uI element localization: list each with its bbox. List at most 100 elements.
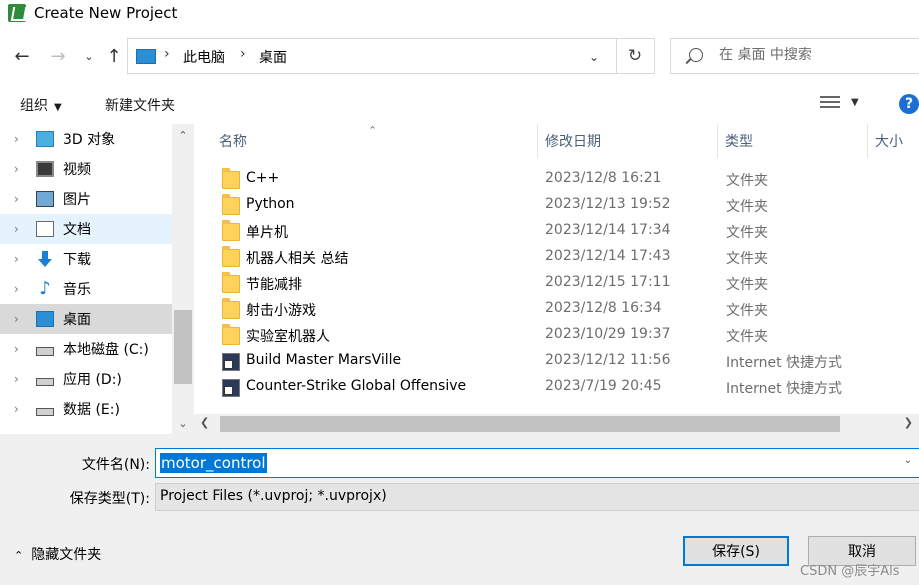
file-name: 节能减排: [246, 277, 302, 293]
scroll-left-arrow-icon[interactable]: ❮: [200, 416, 209, 429]
internet-shortcut-icon: [222, 379, 240, 397]
search-box[interactable]: [670, 38, 919, 74]
navigation-scrollbar[interactable]: ⌃ ⌄: [172, 124, 194, 434]
file-row[interactable]: Build Master MarsVille 2023/12/12 11:56 …: [214, 348, 919, 374]
help-icon[interactable]: ?: [899, 94, 919, 114]
chevron-right-icon[interactable]: ›: [14, 282, 28, 296]
arrow-left-icon: ←: [14, 45, 30, 67]
up-button[interactable]: ↑: [102, 44, 126, 68]
file-list: ⌃ 名称 修改日期 类型 大小 C++ 2023/12/8 16:21 文件夹 …: [194, 124, 919, 414]
chevron-right-icon[interactable]: ›: [14, 162, 28, 176]
sidebar-item-videos[interactable]: › 视频: [0, 154, 172, 184]
back-button[interactable]: ←: [10, 44, 34, 68]
file-type: Internet 快捷方式: [726, 355, 843, 371]
address-dropdown-button[interactable]: ⌄: [581, 45, 607, 69]
new-folder-button[interactable]: 新建文件夹: [105, 95, 175, 115]
file-type: 文件夹: [726, 277, 768, 293]
file-row[interactable]: C++ 2023/12/8 16:21 文件夹: [214, 166, 919, 192]
file-name: Build Master MarsVille: [246, 352, 402, 368]
breadcrumb-desktop[interactable]: 桌面: [259, 47, 287, 67]
chevron-right-icon[interactable]: ›: [14, 312, 28, 326]
column-header-size[interactable]: 大小: [875, 124, 903, 158]
view-caret-down-icon[interactable]: ▼: [851, 97, 859, 108]
refresh-button[interactable]: ↻: [622, 44, 648, 68]
command-toolbar: 组织 ▼ 新建文件夹 ▼ ?: [0, 84, 919, 124]
file-row[interactable]: 射击小游戏 2023/12/8 16:34 文件夹: [214, 296, 919, 322]
sidebar-item-label: 3D 对象: [63, 132, 116, 148]
file-name: C++: [246, 170, 280, 186]
sidebar-item-label: 文档: [63, 222, 91, 238]
sidebar-item-3d-objects[interactable]: › 3D 对象: [0, 124, 172, 154]
view-options-icon[interactable]: [820, 96, 840, 112]
filename-field[interactable]: motor_control ⌄: [155, 448, 919, 478]
keil-app-icon: [8, 4, 26, 22]
chevron-right-icon[interactable]: ›: [14, 192, 28, 206]
hide-folders-label: 隐藏文件夹: [31, 547, 102, 563]
chevron-right-icon[interactable]: ›: [14, 342, 28, 356]
file-date: 2023/10/29 19:37: [545, 326, 671, 342]
sidebar-item-music[interactable]: › ♪ 音乐: [0, 274, 172, 304]
breadcrumb-this-pc[interactable]: 此电脑: [183, 47, 225, 67]
file-date: 2023/12/8 16:21: [545, 170, 662, 186]
file-list-horizontal-scrollbar[interactable]: ❮ ❯: [194, 414, 919, 434]
navigation-pane: › 3D 对象 › 视频 › 图片 › 文档 › 下载 › ♪ 音乐 › 桌面 …: [0, 124, 194, 434]
drive-icon: [36, 347, 54, 356]
scrollbar-thumb[interactable]: [220, 416, 840, 432]
file-row[interactable]: 单片机 2023/12/14 17:34 文件夹: [214, 218, 919, 244]
filetype-select[interactable]: Project Files (*.uvproj; *.uvprojx): [155, 483, 919, 511]
save-form: 文件名(N): motor_control ⌄ 保存类型(T): Project…: [0, 434, 919, 585]
chevron-right-icon[interactable]: ›: [14, 372, 28, 386]
column-separator[interactable]: [717, 124, 718, 158]
sidebar-item-drive-c[interactable]: › 本地磁盘 (C:): [0, 334, 172, 364]
sidebar-item-drive-d[interactable]: › 应用 (D:): [0, 364, 172, 394]
forward-button[interactable]: →: [46, 44, 70, 68]
breadcrumb-separator-icon[interactable]: ›: [240, 46, 246, 62]
column-header-date[interactable]: 修改日期: [545, 124, 601, 158]
file-type: 文件夹: [726, 225, 768, 241]
filename-label: 文件名(N):: [81, 457, 150, 473]
chevron-down-icon[interactable]: ⌄: [904, 455, 912, 466]
hide-folders-toggle[interactable]: ⌃ 隐藏文件夹: [14, 544, 101, 564]
sidebar-item-label: 数据 (E:): [63, 402, 120, 418]
sidebar-item-pictures[interactable]: › 图片: [0, 184, 172, 214]
sidebar-item-drive-e[interactable]: › 数据 (E:): [0, 394, 172, 424]
title-bar: Create New Project: [0, 0, 919, 26]
search-input[interactable]: [719, 47, 919, 63]
breadcrumb-separator-icon[interactable]: ›: [164, 46, 170, 62]
chevron-right-icon[interactable]: ›: [14, 132, 28, 146]
column-header-name[interactable]: 名称: [219, 124, 247, 158]
scrollbar-thumb[interactable]: [174, 310, 192, 384]
file-row[interactable]: 机器人相关 总结 2023/12/14 17:43 文件夹: [214, 244, 919, 270]
file-row[interactable]: Counter-Strike Global Offensive 2023/7/1…: [214, 374, 919, 400]
scroll-up-arrow-icon[interactable]: ⌃: [172, 124, 194, 146]
file-type: 文件夹: [726, 199, 768, 215]
column-separator[interactable]: [867, 124, 868, 158]
file-date: 2023/12/12 11:56: [545, 352, 671, 368]
sidebar-item-documents[interactable]: › 文档: [0, 214, 172, 244]
sidebar-item-label: 图片: [63, 192, 91, 208]
sidebar-item-label: 本地磁盘 (C:): [63, 342, 149, 358]
file-row[interactable]: 实验室机器人 2023/10/29 19:37 文件夹: [214, 322, 919, 348]
recent-locations-button[interactable]: ⌄: [77, 44, 101, 68]
column-header-type[interactable]: 类型: [725, 124, 753, 158]
file-date: 2023/12/13 19:52: [545, 196, 671, 212]
scroll-right-arrow-icon[interactable]: ❯: [904, 416, 913, 429]
arrow-up-icon: ↑: [106, 45, 122, 67]
chevron-right-icon[interactable]: ›: [14, 402, 28, 416]
organize-menu[interactable]: 组织 ▼: [20, 95, 62, 115]
scroll-down-arrow-icon[interactable]: ⌄: [172, 412, 194, 434]
save-button[interactable]: 保存(S): [683, 536, 789, 566]
filetype-label: 保存类型(T):: [69, 491, 150, 507]
chevron-right-icon[interactable]: ›: [14, 252, 28, 266]
sidebar-item-label: 桌面: [63, 312, 91, 328]
file-name: Python: [246, 196, 295, 212]
chevron-up-icon: ⌃: [14, 549, 24, 562]
chevron-right-icon[interactable]: ›: [14, 222, 28, 236]
file-row[interactable]: 节能减排 2023/12/15 17:11 文件夹: [214, 270, 919, 296]
sidebar-item-downloads[interactable]: › 下载: [0, 244, 172, 274]
column-separator[interactable]: [537, 124, 538, 158]
sidebar-item-desktop[interactable]: › 桌面: [0, 304, 172, 334]
address-bar[interactable]: › 此电脑 › 桌面 ⌄ ↻: [127, 38, 655, 74]
file-row[interactable]: Python 2023/12/13 19:52 文件夹: [214, 192, 919, 218]
file-name: 实验室机器人: [246, 329, 330, 345]
